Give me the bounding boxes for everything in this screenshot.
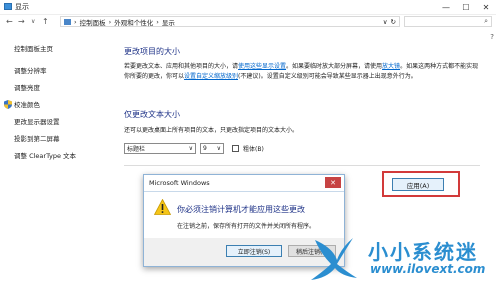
bold-checkbox[interactable] [232, 145, 239, 152]
watermark-name: 小小系统迷 [368, 240, 478, 264]
address-dropdown-icon[interactable]: ∨ [383, 18, 388, 26]
text-size-controls: 标题栏 ∨ 9 ∨ 粗体(B) [124, 143, 264, 154]
sidebar-item-calibrate[interactable]: 校准颜色 [4, 99, 114, 109]
sidebar-item-resolution[interactable]: 调整分辨率 [14, 65, 114, 75]
item-select-value: 标题栏 [127, 146, 146, 153]
dialog-title: Microsoft Windows [149, 179, 210, 187]
divider [124, 165, 480, 166]
sidebar-item-home[interactable]: 控制面板主页 [14, 43, 114, 53]
breadcrumb-sep: › [74, 17, 77, 26]
apply-button[interactable]: 应用(A) [392, 178, 444, 191]
sidebar-item-brightness[interactable]: 调整亮度 [14, 82, 114, 92]
breadcrumb-control-panel[interactable]: 控制面板 [80, 17, 106, 27]
sidebar-item-monitor-settings[interactable]: 更改显示器设置 [14, 116, 114, 126]
heading-change-size: 更改项目的大小 [124, 47, 180, 56]
para-text: (不建议)。设置自定义级别可能会导致某些显示器上出现意外行为。 [238, 72, 417, 80]
close-button[interactable]: ✕ [476, 0, 496, 14]
bold-label: 粗体(B) [243, 146, 264, 153]
sidebar: 控制面板主页 调整分辨率 调整亮度 校准颜色 更改显示器设置 投影到第二屏幕 调… [4, 43, 114, 167]
magnifier-link[interactable]: 放大镜 [382, 63, 400, 70]
breadcrumb-display[interactable]: 显示 [162, 17, 175, 27]
display-settings-link[interactable]: 使用这些显示设置 [238, 63, 286, 70]
display-window-icon [4, 3, 12, 10]
breadcrumb-appearance[interactable]: 外观和个性化 [114, 17, 153, 27]
maximize-button[interactable]: ☐ [456, 0, 476, 14]
logout-now-button[interactable]: 立即注销(S) [226, 245, 282, 257]
watermark-url: www.ilovext.com [370, 262, 486, 276]
size-select[interactable]: 9 ∨ [200, 143, 224, 154]
dialog-submessage: 在注销之前，保存所有打开的文件并关闭所有程序。 [177, 223, 316, 230]
minimize-button[interactable]: — [436, 0, 456, 14]
scrollbar[interactable]: ? [488, 30, 496, 287]
refresh-icon[interactable]: ↻ [391, 18, 396, 26]
address-box[interactable]: › 控制面板 › 外观和个性化 › 显示 ∨ ↻ [60, 16, 400, 27]
forward-arrow-icon[interactable]: → [18, 17, 25, 26]
search-icon: ⌕ [484, 17, 488, 25]
chevron-down-icon: ∨ [216, 145, 221, 152]
main-content: 更改项目的大小 若要更改文本、应用和其他项目的大小，请使用这些显示设置。如果要临… [124, 46, 484, 81]
sidebar-item-cleartype[interactable]: 调整 ClearType 文本 [14, 150, 114, 160]
item-select[interactable]: 标题栏 ∨ [124, 143, 196, 154]
back-arrow-icon[interactable]: ← [6, 17, 13, 26]
dialog-close-button[interactable]: ✕ [325, 177, 341, 188]
title-bar: 显示 — ☐ ✕ [0, 0, 496, 15]
text-size-description: 还可以更改桌面上所有项目的文本，只更改指定项目的文本大小。 [124, 127, 299, 134]
warning-icon [154, 199, 171, 215]
heading-text-size: 仅更改文本大小 [124, 110, 180, 119]
sidebar-item-project[interactable]: 投影到第二屏幕 [14, 133, 114, 143]
para-text: 若要更改文本、应用和其他项目的大小，请 [124, 63, 239, 70]
up-arrow-icon[interactable]: ↑ [42, 17, 49, 26]
help-icon[interactable]: ? [490, 33, 494, 41]
change-size-description: 若要更改文本、应用和其他项目的大小，请使用这些显示设置。如果要临时放大部分屏幕，… [124, 62, 479, 81]
window-title: 显示 [15, 3, 29, 11]
window-controls: — ☐ ✕ [436, 0, 496, 14]
dialog-message: 你必须注销计算机才能应用这些更改 [177, 205, 305, 214]
recent-locations-icon[interactable]: ∨ [31, 18, 35, 25]
breadcrumb-sep: › [108, 17, 112, 26]
shield-icon [4, 99, 12, 109]
para-text: 。如果要临时放大部分屏幕，请使用 [286, 63, 383, 70]
search-input[interactable]: ⌕ [404, 16, 492, 27]
size-select-value: 9 [203, 145, 207, 152]
control-panel-icon [64, 18, 71, 25]
breadcrumb-sep: › [156, 17, 159, 26]
chevron-down-icon: ∨ [188, 145, 193, 152]
sidebar-item-label: 校准颜色 [14, 101, 40, 109]
dialog-title-bar: Microsoft Windows ✕ [144, 175, 344, 192]
watermark-logo-icon [311, 238, 357, 280]
custom-scaling-link[interactable]: 设置自定义缩放级别 [184, 73, 238, 80]
